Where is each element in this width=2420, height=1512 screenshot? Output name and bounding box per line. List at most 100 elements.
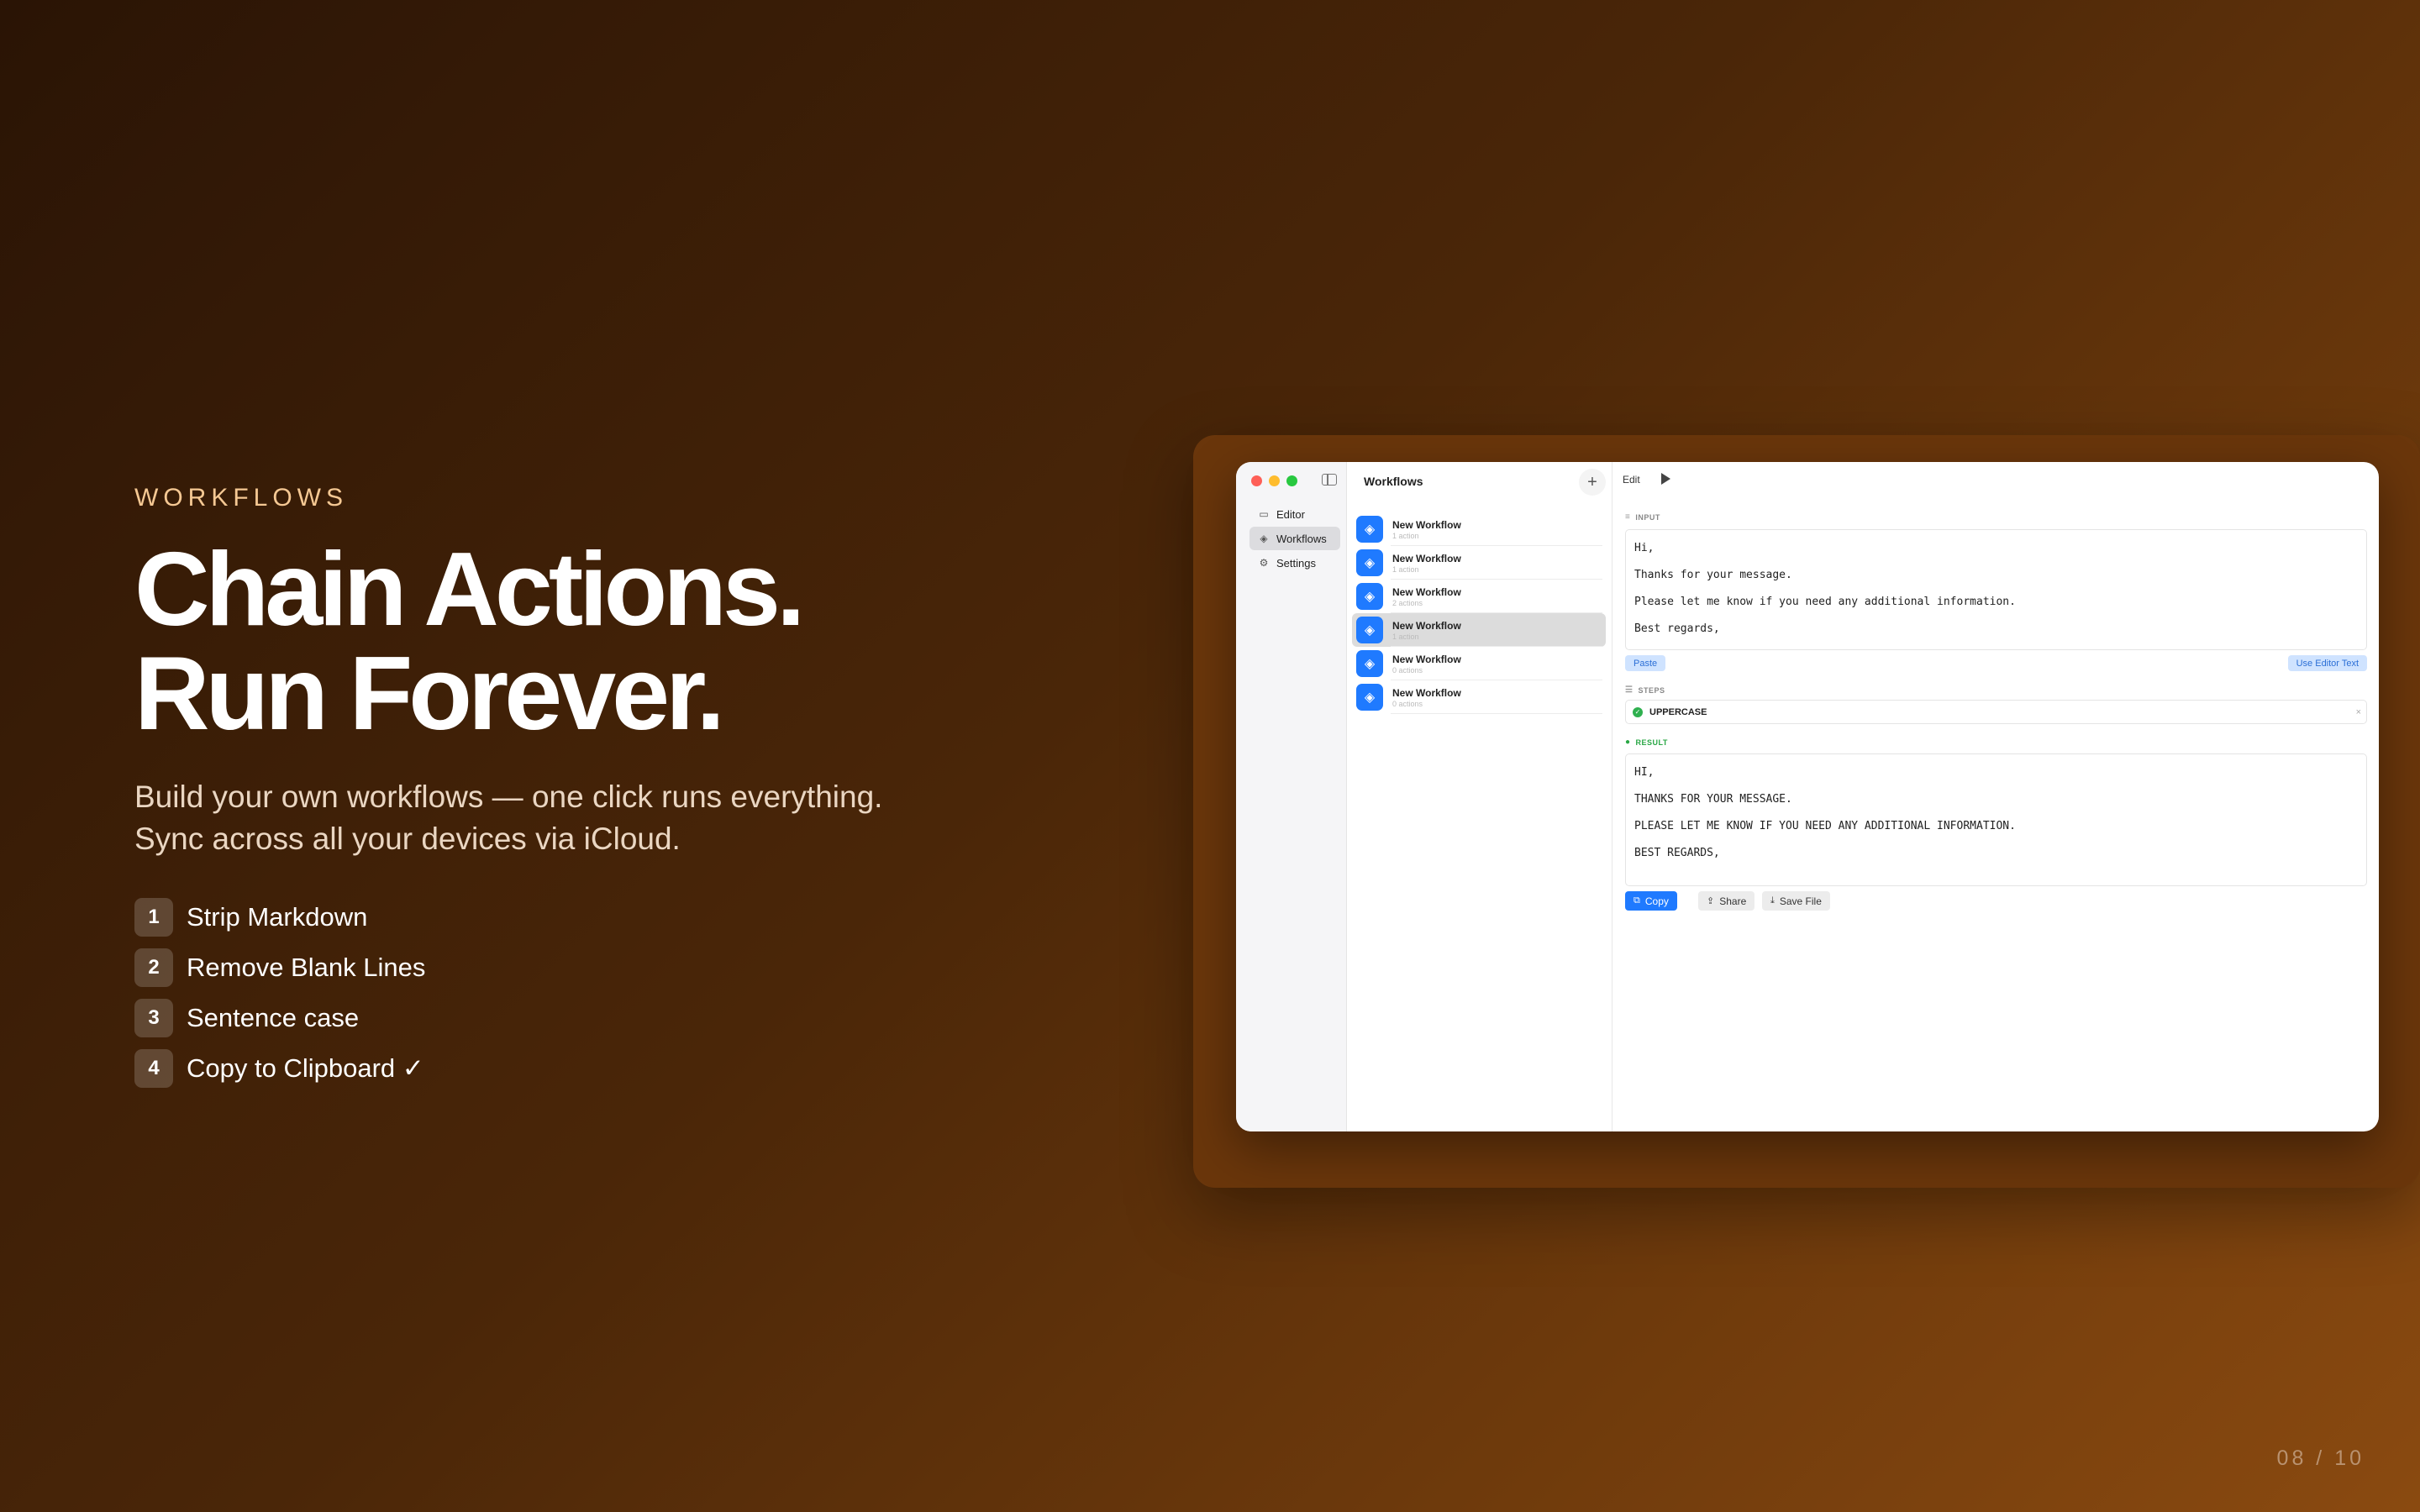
- workflow-list-pane: Workflows + ◈ New Workflow 1 action ◈ New…: [1347, 462, 1612, 1131]
- input-line: Best regards,: [1634, 622, 1720, 635]
- workflow-name: New Workflow: [1392, 518, 1461, 531]
- step-number: 1: [134, 898, 173, 937]
- save-label: Save File: [1779, 895, 1822, 907]
- edit-button[interactable]: Edit: [1623, 474, 1640, 486]
- workflow-name: New Workflow: [1392, 552, 1461, 564]
- step-number: 2: [134, 948, 173, 987]
- close-window-button[interactable]: [1251, 475, 1262, 486]
- step-name: UPPERCASE: [1649, 706, 1707, 717]
- step-label: Strip Markdown: [187, 902, 368, 932]
- paste-button[interactable]: Paste: [1625, 655, 1666, 671]
- promo-section: WORKFLOWS Chain Actions. Run Forever. Bu…: [134, 484, 1143, 1094]
- workflow-list: ◈ New Workflow 1 action ◈ New Workflow 1 a…: [1352, 512, 1606, 714]
- step-label: Copy to Clipboard ✓: [187, 1053, 424, 1083]
- input-line: Please let me know if you need any addit…: [1634, 596, 2016, 608]
- workflow-action-count: 0 actions: [1392, 665, 1423, 675]
- step-row[interactable]: ✓ UPPERCASE ×: [1625, 700, 2367, 724]
- workflow-action-count: 1 action: [1392, 531, 1419, 540]
- input-textarea[interactable]: Hi, Thanks for your message. Please let …: [1625, 529, 2367, 650]
- workflow-name: New Workflow: [1392, 619, 1461, 632]
- page-indicator: 08 / 10: [2276, 1446, 2365, 1470]
- zoom-window-button[interactable]: [1286, 475, 1297, 486]
- input-section-label: ≡ INPUT: [1625, 512, 1660, 522]
- layers-icon: ◈: [1356, 583, 1383, 610]
- sidebar-toggle-icon[interactable]: [1322, 474, 1337, 486]
- step-item: 4 Copy to Clipboard ✓: [134, 1043, 1143, 1094]
- layers-icon: ◈: [1356, 516, 1383, 543]
- sidebar-item-editor[interactable]: ▭ Editor: [1249, 502, 1340, 526]
- checkmark-circle-icon: ●: [1625, 738, 1631, 747]
- save-icon: ⤓: [1770, 895, 1775, 906]
- document-icon: ▭: [1259, 508, 1269, 520]
- copy-icon: ⧉: [1634, 895, 1640, 906]
- steps-label: STEPS: [1638, 685, 1665, 695]
- workflow-name: New Workflow: [1392, 686, 1461, 699]
- input-label: INPUT: [1635, 512, 1660, 522]
- layers-icon: ◈: [1356, 617, 1383, 643]
- use-editor-text-button[interactable]: Use Editor Text: [2287, 655, 2367, 671]
- gear-icon: ⚙: [1259, 557, 1269, 569]
- workflow-detail: Edit ≡ INPUT Hi, Thanks for your message…: [1612, 462, 2379, 1131]
- step-item: 3 Sentence case: [134, 993, 1143, 1043]
- workflow-row[interactable]: ◈ New Workflow 0 actions: [1352, 680, 1606, 714]
- share-button[interactable]: ⇪ Share: [1698, 891, 1755, 911]
- sidebar-item-label: Editor: [1276, 507, 1305, 521]
- list-icon: ☰: [1625, 685, 1634, 695]
- share-label: Share: [1719, 895, 1747, 907]
- workflow-row[interactable]: ◈ New Workflow 1 action: [1352, 512, 1606, 546]
- step-item: 2 Remove Blank Lines: [134, 942, 1143, 993]
- layers-icon: ◈: [1356, 650, 1383, 677]
- input-line: Thanks for your message.: [1634, 569, 1792, 581]
- checkmark-icon: ✓: [1633, 706, 1643, 717]
- result-line: THANKS FOR YOUR MESSAGE.: [1634, 793, 1792, 806]
- result-line: BEST REGARDS,: [1634, 847, 1720, 859]
- workflow-row-selected[interactable]: ◈ New Workflow 1 action: [1352, 613, 1606, 647]
- step-label: Remove Blank Lines: [187, 953, 426, 982]
- result-line: HI,: [1634, 766, 1655, 779]
- headline: Chain Actions. Run Forever.: [134, 538, 1143, 746]
- copy-label: Copy: [1644, 895, 1669, 907]
- workflow-name: New Workflow: [1392, 585, 1461, 598]
- workflow-action-count: 2 actions: [1392, 598, 1423, 607]
- copy-button[interactable]: ⧉ Copy: [1625, 891, 1677, 911]
- text-lines-icon: ≡: [1625, 512, 1631, 522]
- step-item: 1 Strip Markdown: [134, 892, 1143, 942]
- list-title: Workflows: [1364, 475, 1423, 488]
- traffic-lights: [1251, 475, 1297, 486]
- workflow-action-count: 0 actions: [1392, 699, 1423, 708]
- result-textarea[interactable]: HI, THANKS FOR YOUR MESSAGE. PLEASE LET …: [1625, 753, 2367, 886]
- workflow-name: New Workflow: [1392, 653, 1461, 665]
- run-icon[interactable]: [1661, 473, 1670, 485]
- workflow-row[interactable]: ◈ New Workflow 1 action: [1352, 546, 1606, 580]
- result-line: PLEASE LET ME KNOW IF YOU NEED ANY ADDIT…: [1634, 820, 2016, 832]
- app-window: ▭ Editor ◈ Workflows ⚙ Settings Workflow…: [1236, 462, 2379, 1131]
- steps-section-label: ☰ STEPS: [1625, 685, 1665, 695]
- section-eyebrow: WORKFLOWS: [134, 484, 348, 512]
- share-icon: ⇪: [1707, 896, 1715, 906]
- result-label: RESULT: [1635, 738, 1668, 747]
- workflow-action-count: 1 action: [1392, 632, 1419, 641]
- step-number: 4: [134, 1049, 173, 1088]
- step-number: 3: [134, 999, 173, 1037]
- step-label: Sentence case: [187, 1003, 360, 1032]
- remove-step-icon[interactable]: ×: [2356, 707, 2361, 717]
- sidebar-item-settings[interactable]: ⚙ Settings: [1249, 551, 1340, 575]
- layers-icon: ◈: [1260, 533, 1268, 544]
- sidebar-item-workflows[interactable]: ◈ Workflows: [1249, 527, 1340, 550]
- headline-line-2: Run Forever.: [134, 636, 725, 752]
- layers-icon: ◈: [1356, 684, 1383, 711]
- layers-icon: ◈: [1356, 549, 1383, 576]
- workflow-action-count: 1 action: [1392, 564, 1419, 574]
- input-line: Hi,: [1634, 542, 1655, 554]
- headline-line-1: Chain Actions.: [134, 532, 805, 648]
- sidebar: ▭ Editor ◈ Workflows ⚙ Settings: [1236, 462, 1347, 1131]
- steps-list: 1 Strip Markdown 2 Remove Blank Lines 3 Sen…: [134, 892, 1143, 1094]
- minimize-window-button[interactable]: [1269, 475, 1280, 486]
- workflow-row[interactable]: ◈ New Workflow 2 actions: [1352, 580, 1606, 613]
- sidebar-item-label: Settings: [1276, 556, 1316, 570]
- workflow-row[interactable]: ◈ New Workflow 0 actions: [1352, 647, 1606, 680]
- save-file-button[interactable]: ⤓ Save File: [1762, 891, 1830, 911]
- sidebar-item-label: Workflows: [1276, 532, 1327, 545]
- add-workflow-button[interactable]: +: [1579, 469, 1606, 496]
- sidebar-nav: ▭ Editor ◈ Workflows ⚙ Settings: [1249, 502, 1340, 575]
